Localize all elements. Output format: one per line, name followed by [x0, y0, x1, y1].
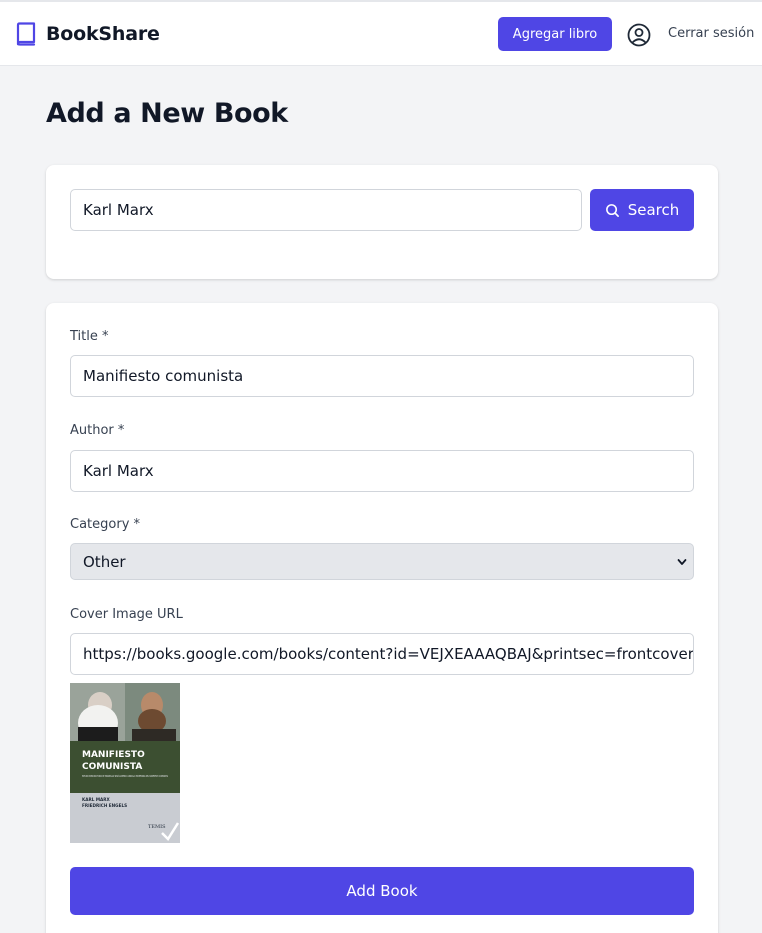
- title-label: Title *: [70, 329, 109, 344]
- cover-title-line2: COMUNISTA: [82, 762, 142, 772]
- cover-url-label: Cover Image URL: [70, 607, 183, 622]
- search-button[interactable]: Search: [590, 189, 694, 231]
- category-label: Category *: [70, 517, 141, 532]
- search-input[interactable]: Karl Marx: [70, 189, 582, 231]
- page-title: Add a New Book: [46, 98, 288, 129]
- cover-author2: FRIEDRICH ENGELS: [82, 803, 127, 808]
- cover-author1: KARL MARX: [82, 797, 110, 802]
- cover-url-input[interactable]: https://books.google.com/books/content?i…: [70, 633, 694, 675]
- brand-name: BookShare: [46, 23, 160, 45]
- cover-title-line1: MANIFIESTO: [82, 750, 145, 760]
- book-icon: [16, 22, 36, 46]
- search-button-label: Search: [627, 201, 680, 219]
- top-navbar: BookShare Agregar libro Cerrar sesión: [0, 0, 762, 66]
- user-avatar-icon[interactable]: [627, 23, 651, 47]
- add-book-submit-button[interactable]: Add Book: [70, 867, 694, 915]
- category-select[interactable]: Other: [70, 543, 694, 580]
- brand-logo[interactable]: BookShare: [16, 22, 160, 46]
- book-form-card: Title * Manifiesto comunista Author * Ka…: [46, 303, 718, 933]
- logout-link[interactable]: Cerrar sesión: [668, 26, 754, 41]
- title-input[interactable]: Manifiesto comunista: [70, 355, 694, 397]
- search-card: Karl Marx Search: [46, 165, 718, 279]
- add-book-nav-button[interactable]: Agregar libro: [498, 17, 612, 51]
- cover-image-preview: MANIFIESTO COMUNISTA ESTUDIO INTRODUCTOR…: [70, 683, 180, 843]
- search-icon: [605, 203, 619, 217]
- cover-publisher: TEMIS: [148, 824, 166, 830]
- category-selected-value: Other: [83, 552, 126, 571]
- book-cover-image: MANIFIESTO COMUNISTA ESTUDIO INTRODUCTOR…: [70, 683, 180, 843]
- chevron-down-icon: [677, 559, 687, 565]
- author-input[interactable]: Karl Marx: [70, 450, 694, 492]
- author-label: Author *: [70, 423, 125, 438]
